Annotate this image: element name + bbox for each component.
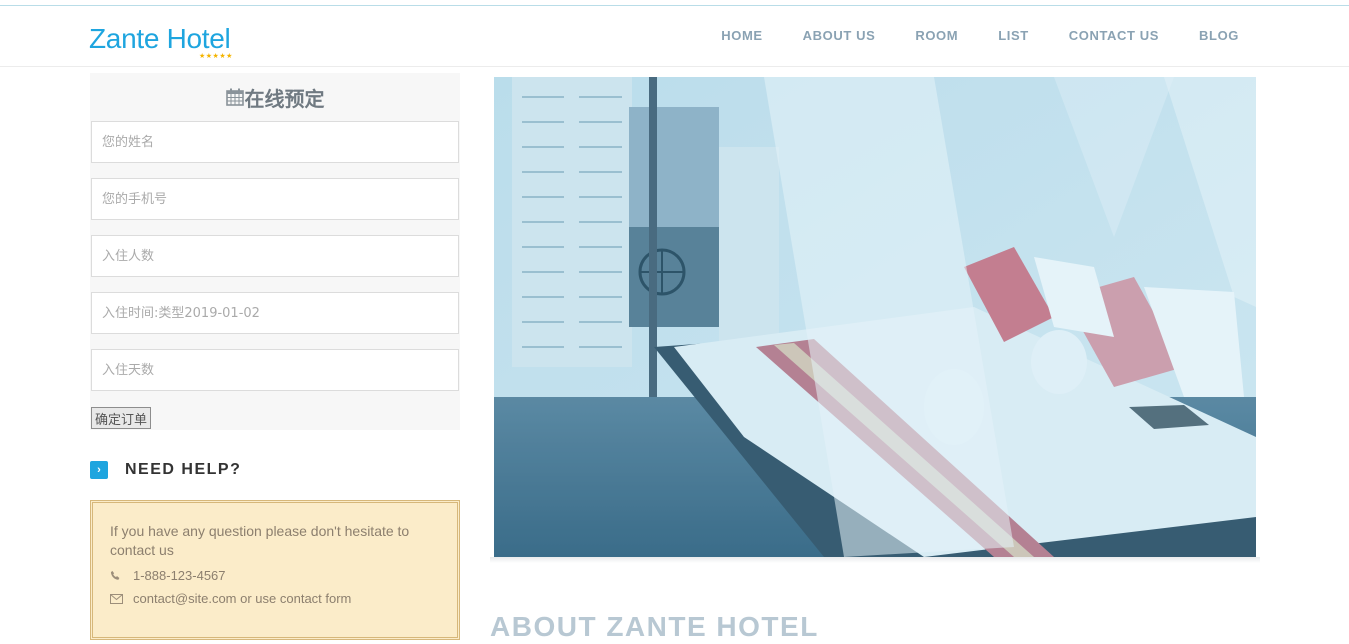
nav-about-us[interactable]: ABOUT US [803, 28, 876, 44]
logo[interactable]: Zante Hotel [89, 23, 231, 55]
nav-home[interactable]: HOME [721, 28, 762, 44]
help-phone-row: 1-888-123-4567 [110, 568, 440, 583]
need-help-title: NEED HELP? [125, 461, 242, 478]
nav-contact-us[interactable]: CONTACT US [1069, 28, 1159, 44]
help-email-row: contact@site.com or use contact form [110, 591, 440, 606]
calendar-icon [225, 88, 244, 106]
booking-title-text: 在线预定 [244, 88, 325, 111]
help-phone[interactable]: 1-888-123-4567 [133, 568, 226, 583]
hero-room-image [494, 77, 1256, 557]
about-heading: ABOUT ZANTE HOTEL [490, 611, 819, 642]
phone-icon [110, 570, 132, 581]
help-box: If you have any question please don't he… [90, 500, 460, 640]
submit-order-button[interactable]: 确定订单 [91, 407, 151, 429]
main-nav: HOME ABOUT US ROOM LIST CONTACT US BLOG [721, 28, 1239, 44]
hero-shadow [490, 557, 1260, 563]
guests-field[interactable] [91, 235, 459, 277]
chevron-right-icon: › [90, 461, 108, 479]
booking-title: 在线预定 [90, 73, 460, 121]
nav-room[interactable]: ROOM [915, 28, 958, 44]
envelope-icon [110, 593, 132, 604]
help-text: If you have any question please don't he… [110, 523, 410, 558]
nav-blog[interactable]: BLOG [1199, 28, 1239, 44]
name-field[interactable] [91, 121, 459, 163]
need-help-section: › NEED HELP? [90, 461, 241, 479]
days-field[interactable] [91, 349, 459, 391]
phone-field[interactable] [91, 178, 459, 220]
hotel-room-illustration [494, 77, 1256, 557]
checkin-date-field[interactable] [91, 292, 459, 334]
nav-list[interactable]: LIST [998, 28, 1029, 44]
logo-stars-icon: ★★★★★ [199, 53, 233, 60]
booking-form: 在线预定 确定订单 [90, 73, 460, 430]
site-header: Zante Hotel ★★★★★ HOME ABOUT US ROOM LIS… [0, 6, 1349, 67]
help-email[interactable]: contact@site.com or use contact form [133, 591, 351, 606]
